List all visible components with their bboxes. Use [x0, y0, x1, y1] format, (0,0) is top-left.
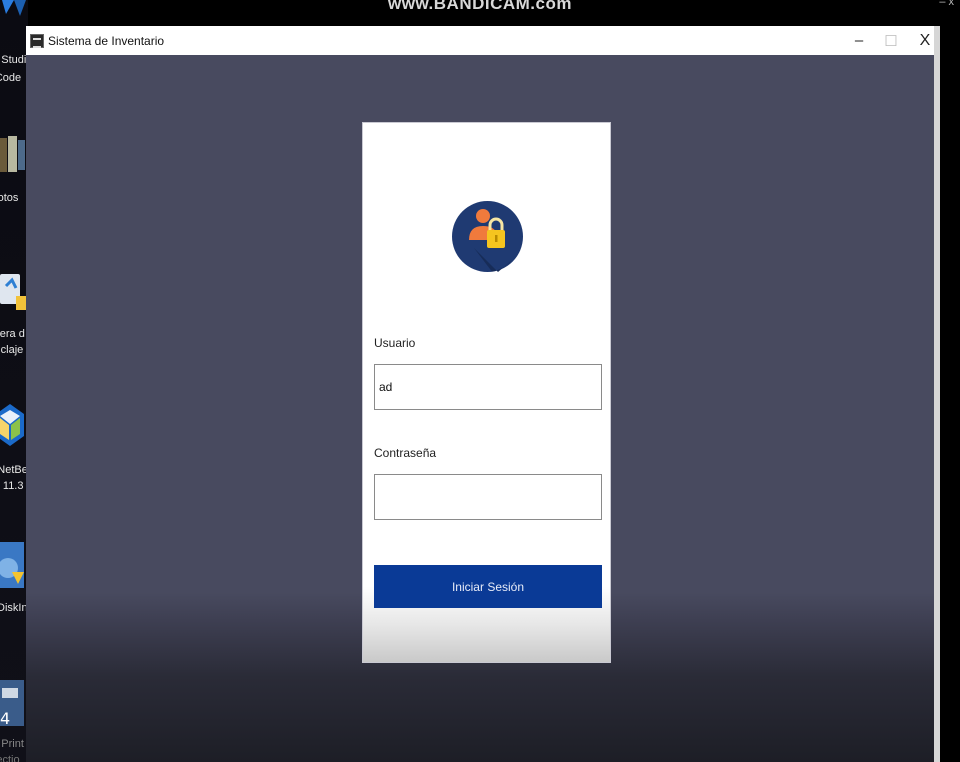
window-title: Sistema de Inventario [48, 33, 165, 48]
password-label: Contraseña [374, 446, 437, 460]
window-client-area: Usuario Contraseña Iniciar Sesión [26, 55, 934, 762]
photos-icon [0, 136, 25, 172]
user-lock-icon [452, 201, 523, 272]
username-input[interactable] [374, 364, 602, 410]
app-window: Sistema de Inventario – ☐ X Usuario Cont… [26, 26, 934, 762]
netbeans-icon [0, 404, 24, 446]
desktop-icon-strip: al Studi Code otos elera d ciclaje e Net… [0, 0, 28, 762]
minimize-button[interactable]: – [842, 26, 876, 55]
host-window-controls[interactable]: – x [939, 0, 954, 8]
login-card: Usuario Contraseña Iniciar Sesión [362, 122, 611, 663]
window-titlebar[interactable]: Sistema de Inventario – ☐ X [26, 26, 934, 55]
recycle-bin-icon [0, 274, 26, 310]
java-app-icon [30, 33, 44, 48]
window-right-border [934, 26, 940, 762]
vscode-icon [2, 0, 26, 16]
recording-watermark: www.BANDICAM.com [0, 0, 960, 26]
printer-icon: 4 [0, 680, 24, 726]
watermark-text: www.BANDICAM.com [388, 0, 572, 13]
avatar [452, 180, 523, 293]
svg-text:4: 4 [0, 709, 10, 726]
password-input[interactable] [374, 474, 602, 520]
maximize-button[interactable]: ☐ [874, 26, 908, 55]
login-button[interactable]: Iniciar Sesión [374, 565, 602, 608]
disk-info-icon [0, 542, 24, 588]
username-label: Usuario [374, 336, 416, 350]
